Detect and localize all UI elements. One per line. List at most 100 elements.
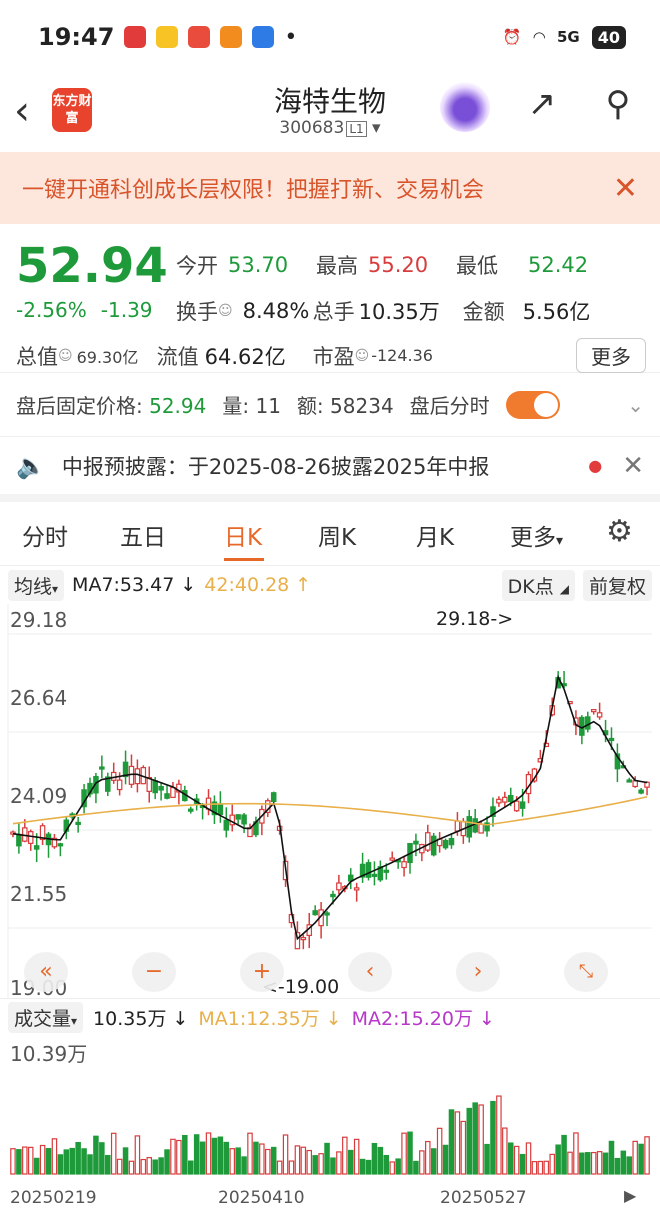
volume-bar bbox=[294, 1145, 301, 1175]
scroll-left-fast-icon[interactable]: « bbox=[24, 952, 68, 992]
volume-bar bbox=[235, 1147, 241, 1175]
volume-bar bbox=[253, 1141, 259, 1175]
volume-bar bbox=[383, 1154, 390, 1175]
volume-bar bbox=[93, 1135, 99, 1175]
scroll-right-icon[interactable]: › bbox=[456, 952, 500, 992]
volume-select[interactable]: 成交量▾ bbox=[8, 1002, 84, 1033]
volume-bar bbox=[359, 1158, 366, 1175]
tab-daily-k[interactable]: 日K bbox=[224, 518, 262, 552]
candle-body bbox=[241, 814, 247, 825]
volume-bar bbox=[371, 1142, 378, 1175]
volume-bar bbox=[567, 1151, 573, 1175]
volume-bar bbox=[549, 1153, 555, 1175]
dk-point-label: DK点 bbox=[507, 575, 554, 598]
tab-more-label: 更多 bbox=[510, 525, 556, 551]
volume-bar bbox=[626, 1156, 633, 1175]
close-icon[interactable]: ✕ bbox=[613, 171, 638, 206]
chevron-down-icon[interactable]: ⌄ bbox=[627, 393, 644, 417]
kline-chart[interactable]: 29.18 26.64 24.09 21.55 19.00 29.18-> <-… bbox=[0, 604, 660, 1000]
zoom-out-icon[interactable]: − bbox=[132, 952, 176, 992]
tab-weekly-k[interactable]: 周K bbox=[318, 518, 356, 552]
indicator-select[interactable]: 均线▾ bbox=[8, 569, 65, 601]
volume-bar bbox=[45, 1148, 52, 1175]
volume-bar bbox=[644, 1136, 650, 1175]
after-qty: 量: 11 bbox=[222, 390, 281, 419]
more-button[interactable]: 更多 bbox=[576, 338, 646, 373]
info-icon[interactable]: ☺ bbox=[218, 303, 233, 319]
volume-bar bbox=[229, 1148, 235, 1175]
candle-body bbox=[430, 835, 437, 856]
amount-value: 5.56亿 bbox=[522, 300, 591, 324]
ma-long-line bbox=[12, 796, 648, 826]
volume-bar bbox=[448, 1109, 455, 1175]
speaker-icon: 🔈 bbox=[16, 451, 46, 480]
alarm-icon: ⏰ bbox=[502, 28, 522, 46]
candle-body bbox=[300, 937, 307, 941]
signal-icon: 5G bbox=[556, 28, 580, 46]
float-label: 流值 bbox=[156, 344, 199, 369]
gear-icon[interactable]: ⚙ bbox=[606, 514, 633, 549]
play-right-icon[interactable]: ▶ bbox=[624, 1186, 636, 1205]
tab-five-day[interactable]: 五日 bbox=[120, 518, 166, 552]
volume-readout: 10.35万 ↓ bbox=[93, 1008, 189, 1030]
chevron-down-icon: ▾ bbox=[71, 1014, 78, 1028]
ma-long-readout: 42:40.28 ↑ bbox=[204, 574, 312, 596]
volume-bar bbox=[585, 1152, 591, 1175]
share-icon[interactable]: ↗ bbox=[518, 84, 566, 132]
disclosure-notice[interactable]: 🔈 中报预披露：于2025-08-26披露2025年中报 ● ✕ bbox=[0, 436, 660, 502]
volume-bar bbox=[573, 1132, 579, 1175]
tab-timeshare[interactable]: 分时 bbox=[22, 518, 68, 552]
date-label: 20250219 bbox=[10, 1188, 97, 1208]
candle-body bbox=[632, 780, 638, 788]
float-value: 64.62亿 bbox=[204, 344, 286, 369]
volume-bar bbox=[33, 1157, 40, 1175]
volume-svg bbox=[10, 1095, 650, 1175]
volume-bar bbox=[543, 1160, 550, 1175]
clock: 19:47 bbox=[38, 23, 115, 51]
kline-svg bbox=[7, 604, 652, 998]
volume-bar bbox=[75, 1141, 81, 1175]
candle-body bbox=[134, 768, 141, 785]
close-icon[interactable]: ✕ bbox=[622, 451, 644, 481]
notice-text: 中报预披露：于2025-08-26披露2025年中报 bbox=[61, 454, 490, 479]
volume-bar bbox=[259, 1143, 265, 1175]
volume-bar bbox=[105, 1154, 111, 1175]
after-hours-toggle[interactable] bbox=[505, 390, 560, 419]
volume-bar bbox=[205, 1132, 212, 1175]
info-icon[interactable]: ☺ bbox=[355, 348, 370, 364]
volume-bar bbox=[265, 1148, 271, 1175]
candle-body bbox=[519, 801, 526, 809]
assistant-avatar[interactable] bbox=[440, 82, 490, 132]
volume-chart[interactable]: 10.39万 bbox=[0, 1036, 660, 1178]
volume-bar bbox=[632, 1140, 638, 1175]
volume-bar bbox=[347, 1149, 354, 1175]
change-percent: -2.56% bbox=[16, 298, 87, 322]
volume-bar bbox=[590, 1151, 597, 1175]
tab-monthly-k[interactable]: 月K bbox=[416, 518, 454, 552]
code-text: 300683 bbox=[279, 118, 345, 138]
volume-bar bbox=[614, 1157, 621, 1175]
candle-body bbox=[164, 793, 170, 799]
promo-banner[interactable]: 一键开通科创成长层权限！把握打新、交易机会 ✕ bbox=[0, 152, 660, 224]
volume-bar bbox=[176, 1139, 182, 1175]
volume-bar bbox=[602, 1152, 609, 1175]
volume-bar bbox=[531, 1161, 538, 1175]
volume-bar bbox=[496, 1095, 502, 1175]
search-icon[interactable]: ⚲ bbox=[594, 84, 642, 132]
volume-bar bbox=[99, 1142, 105, 1175]
volume-select-label: 成交量 bbox=[14, 1008, 72, 1030]
volume-bar bbox=[525, 1142, 532, 1175]
adjust-button[interactable]: 前复权 bbox=[582, 569, 652, 601]
volume-bar bbox=[430, 1148, 437, 1175]
info-icon[interactable]: ☺ bbox=[58, 348, 73, 364]
indicator-select-label: 均线 bbox=[14, 575, 53, 598]
dk-point-button[interactable]: DK点 ◢ bbox=[501, 569, 575, 601]
tab-more[interactable]: 更多▾ bbox=[510, 518, 563, 552]
scroll-left-icon[interactable]: ‹ bbox=[348, 952, 392, 992]
fullscreen-icon[interactable]: ⤡ bbox=[564, 952, 608, 992]
wifi-icon: ◠ bbox=[533, 28, 545, 46]
volume-bar bbox=[27, 1146, 34, 1175]
zoom-in-icon[interactable]: + bbox=[240, 952, 284, 992]
y-label-max: 29.18 bbox=[10, 608, 68, 632]
volume-ma2-readout: MA2:15.20万 ↓ bbox=[351, 1008, 495, 1030]
